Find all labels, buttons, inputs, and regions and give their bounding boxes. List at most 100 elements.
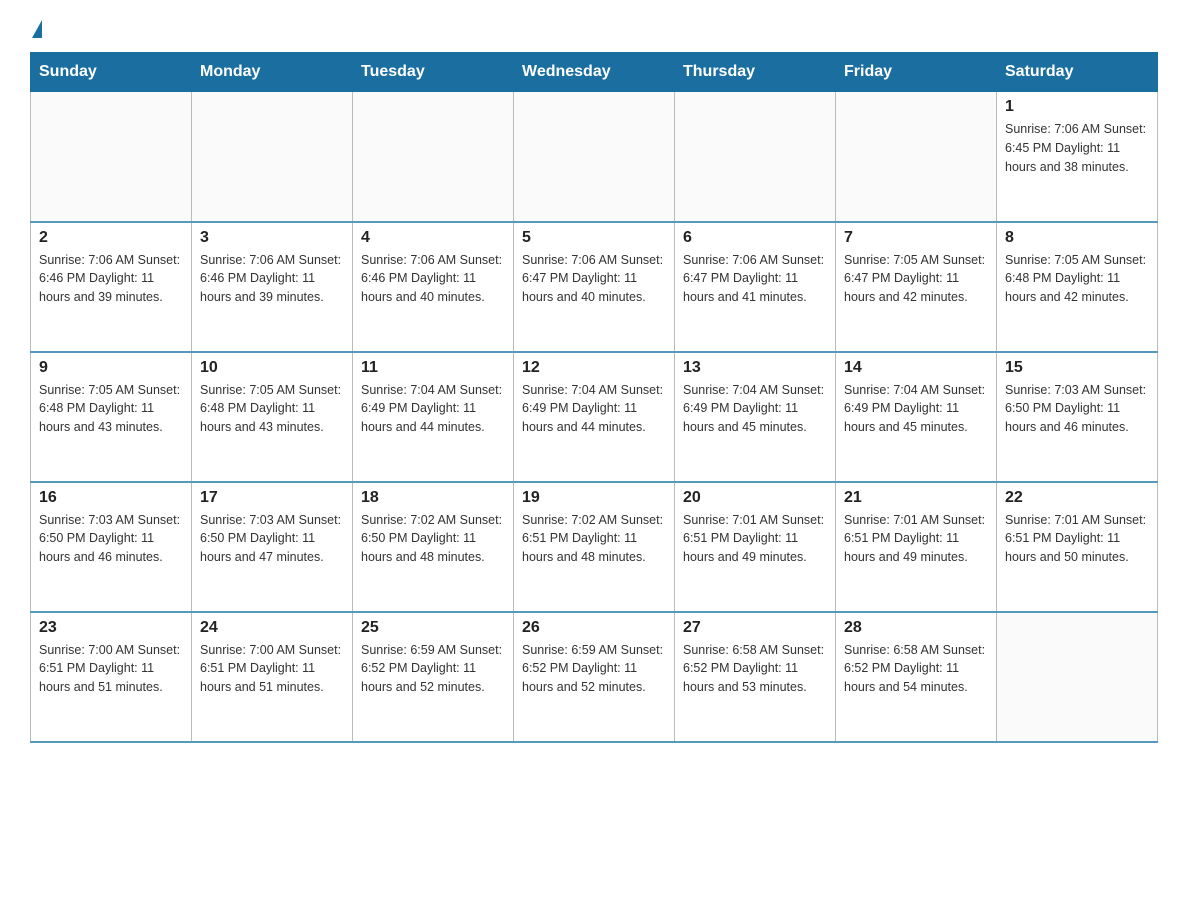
day-info: Sunrise: 7:05 AM Sunset: 6:47 PM Dayligh… bbox=[844, 251, 988, 307]
day-number: 8 bbox=[1005, 229, 1149, 247]
calendar-cell: 5 Sunrise: 7:06 AM Sunset: 6:47 PM Daylig… bbox=[514, 222, 675, 352]
calendar-cell bbox=[675, 92, 836, 222]
calendar-cell: 19 Sunrise: 7:02 AM Sunset: 6:51 PM Dayli… bbox=[514, 482, 675, 612]
day-of-week-header: Thursday bbox=[675, 53, 836, 92]
day-info: Sunrise: 6:58 AM Sunset: 6:52 PM Dayligh… bbox=[844, 641, 988, 697]
calendar-cell: 11 Sunrise: 7:04 AM Sunset: 6:49 PM Dayli… bbox=[353, 352, 514, 482]
day-number: 5 bbox=[522, 229, 666, 247]
day-number: 2 bbox=[39, 229, 183, 247]
calendar-cell bbox=[514, 92, 675, 222]
day-info: Sunrise: 6:59 AM Sunset: 6:52 PM Dayligh… bbox=[522, 641, 666, 697]
calendar-week-row: 16 Sunrise: 7:03 AM Sunset: 6:50 PM Dayli… bbox=[31, 482, 1158, 612]
day-info: Sunrise: 7:04 AM Sunset: 6:49 PM Dayligh… bbox=[683, 381, 827, 437]
day-number: 23 bbox=[39, 619, 183, 637]
day-info: Sunrise: 7:01 AM Sunset: 6:51 PM Dayligh… bbox=[844, 511, 988, 567]
calendar-cell: 20 Sunrise: 7:01 AM Sunset: 6:51 PM Dayli… bbox=[675, 482, 836, 612]
day-number: 19 bbox=[522, 489, 666, 507]
day-number: 28 bbox=[844, 619, 988, 637]
day-of-week-header: Sunday bbox=[31, 53, 192, 92]
day-info: Sunrise: 6:58 AM Sunset: 6:52 PM Dayligh… bbox=[683, 641, 827, 697]
day-number: 18 bbox=[361, 489, 505, 507]
calendar-cell: 6 Sunrise: 7:06 AM Sunset: 6:47 PM Daylig… bbox=[675, 222, 836, 352]
day-info: Sunrise: 7:03 AM Sunset: 6:50 PM Dayligh… bbox=[1005, 381, 1149, 437]
day-info: Sunrise: 7:00 AM Sunset: 6:51 PM Dayligh… bbox=[200, 641, 344, 697]
day-info: Sunrise: 7:05 AM Sunset: 6:48 PM Dayligh… bbox=[1005, 251, 1149, 307]
calendar-cell: 8 Sunrise: 7:05 AM Sunset: 6:48 PM Daylig… bbox=[997, 222, 1158, 352]
day-info: Sunrise: 7:04 AM Sunset: 6:49 PM Dayligh… bbox=[361, 381, 505, 437]
calendar-cell: 22 Sunrise: 7:01 AM Sunset: 6:51 PM Dayli… bbox=[997, 482, 1158, 612]
day-info: Sunrise: 7:00 AM Sunset: 6:51 PM Dayligh… bbox=[39, 641, 183, 697]
calendar-cell: 28 Sunrise: 6:58 AM Sunset: 6:52 PM Dayli… bbox=[836, 612, 997, 742]
calendar-cell bbox=[836, 92, 997, 222]
day-number: 20 bbox=[683, 489, 827, 507]
logo-triangle-icon bbox=[32, 20, 42, 38]
day-info: Sunrise: 7:06 AM Sunset: 6:47 PM Dayligh… bbox=[522, 251, 666, 307]
day-number: 24 bbox=[200, 619, 344, 637]
day-info: Sunrise: 7:06 AM Sunset: 6:47 PM Dayligh… bbox=[683, 251, 827, 307]
day-of-week-header: Friday bbox=[836, 53, 997, 92]
day-info: Sunrise: 7:04 AM Sunset: 6:49 PM Dayligh… bbox=[522, 381, 666, 437]
day-info: Sunrise: 7:04 AM Sunset: 6:49 PM Dayligh… bbox=[844, 381, 988, 437]
day-info: Sunrise: 7:03 AM Sunset: 6:50 PM Dayligh… bbox=[39, 511, 183, 567]
calendar-cell: 13Sunrise: 7:04 AM Sunset: 6:49 PM Dayli… bbox=[675, 352, 836, 482]
calendar-cell: 24 Sunrise: 7:00 AM Sunset: 6:51 PM Dayli… bbox=[192, 612, 353, 742]
day-number: 26 bbox=[522, 619, 666, 637]
day-number: 3 bbox=[200, 229, 344, 247]
calendar-cell: 25 Sunrise: 6:59 AM Sunset: 6:52 PM Dayli… bbox=[353, 612, 514, 742]
calendar-cell: 2Sunrise: 7:06 AM Sunset: 6:46 PM Daylig… bbox=[31, 222, 192, 352]
calendar-cell bbox=[31, 92, 192, 222]
days-of-week-row: SundayMondayTuesdayWednesdayThursdayFrid… bbox=[31, 53, 1158, 92]
day-info: Sunrise: 7:06 AM Sunset: 6:46 PM Dayligh… bbox=[200, 251, 344, 307]
day-info: Sunrise: 7:02 AM Sunset: 6:50 PM Dayligh… bbox=[361, 511, 505, 567]
day-number: 27 bbox=[683, 619, 827, 637]
day-number: 6 bbox=[683, 229, 827, 247]
day-number: 4 bbox=[361, 229, 505, 247]
day-info: Sunrise: 7:06 AM Sunset: 6:45 PM Dayligh… bbox=[1005, 120, 1149, 176]
calendar-cell: 10 Sunrise: 7:05 AM Sunset: 6:48 PM Dayli… bbox=[192, 352, 353, 482]
calendar-cell bbox=[353, 92, 514, 222]
day-number: 16 bbox=[39, 489, 183, 507]
calendar-table: SundayMondayTuesdayWednesdayThursdayFrid… bbox=[30, 52, 1158, 743]
calendar-cell: 21 Sunrise: 7:01 AM Sunset: 6:51 PM Dayli… bbox=[836, 482, 997, 612]
day-info: Sunrise: 7:05 AM Sunset: 6:48 PM Dayligh… bbox=[39, 381, 183, 437]
day-info: Sunrise: 7:06 AM Sunset: 6:46 PM Dayligh… bbox=[361, 251, 505, 307]
calendar-week-row: 1 Sunrise: 7:06 AM Sunset: 6:45 PM Daylig… bbox=[31, 92, 1158, 222]
calendar-cell bbox=[192, 92, 353, 222]
day-number: 9 bbox=[39, 359, 183, 377]
calendar-cell: 26 Sunrise: 6:59 AM Sunset: 6:52 PM Dayli… bbox=[514, 612, 675, 742]
day-number: 7 bbox=[844, 229, 988, 247]
day-of-week-header: Tuesday bbox=[353, 53, 514, 92]
calendar-cell: 3 Sunrise: 7:06 AM Sunset: 6:46 PM Daylig… bbox=[192, 222, 353, 352]
day-of-week-header: Wednesday bbox=[514, 53, 675, 92]
calendar-cell: 7 Sunrise: 7:05 AM Sunset: 6:47 PM Daylig… bbox=[836, 222, 997, 352]
calendar-cell: 18 Sunrise: 7:02 AM Sunset: 6:50 PM Dayli… bbox=[353, 482, 514, 612]
day-of-week-header: Saturday bbox=[997, 53, 1158, 92]
day-number: 11 bbox=[361, 359, 505, 377]
day-number: 12 bbox=[522, 359, 666, 377]
day-number: 14 bbox=[844, 359, 988, 377]
logo bbox=[30, 20, 42, 32]
day-info: Sunrise: 7:05 AM Sunset: 6:48 PM Dayligh… bbox=[200, 381, 344, 437]
calendar-cell: 15 Sunrise: 7:03 AM Sunset: 6:50 PM Dayli… bbox=[997, 352, 1158, 482]
calendar-cell: 9 Sunrise: 7:05 AM Sunset: 6:48 PM Daylig… bbox=[31, 352, 192, 482]
day-info: Sunrise: 7:01 AM Sunset: 6:51 PM Dayligh… bbox=[1005, 511, 1149, 567]
day-number: 22 bbox=[1005, 489, 1149, 507]
page-header bbox=[30, 20, 1158, 32]
calendar-body: 1 Sunrise: 7:06 AM Sunset: 6:45 PM Daylig… bbox=[31, 92, 1158, 742]
calendar-cell: 17Sunrise: 7:03 AM Sunset: 6:50 PM Dayli… bbox=[192, 482, 353, 612]
day-number: 25 bbox=[361, 619, 505, 637]
calendar-cell: 16 Sunrise: 7:03 AM Sunset: 6:50 PM Dayli… bbox=[31, 482, 192, 612]
day-number: 21 bbox=[844, 489, 988, 507]
day-info: Sunrise: 7:02 AM Sunset: 6:51 PM Dayligh… bbox=[522, 511, 666, 567]
calendar-cell: 1 Sunrise: 7:06 AM Sunset: 6:45 PM Daylig… bbox=[997, 92, 1158, 222]
day-number: 15 bbox=[1005, 359, 1149, 377]
day-number: 10 bbox=[200, 359, 344, 377]
calendar-header: SundayMondayTuesdayWednesdayThursdayFrid… bbox=[31, 53, 1158, 92]
day-info: Sunrise: 7:03 AM Sunset: 6:50 PM Dayligh… bbox=[200, 511, 344, 567]
calendar-week-row: 2 Sunrise: 7:06 AM Sunset: 6:46 PM Daylig… bbox=[31, 222, 1158, 352]
day-info: Sunrise: 6:59 AM Sunset: 6:52 PM Dayligh… bbox=[361, 641, 505, 697]
day-number: 1 bbox=[1005, 98, 1149, 116]
day-info: Sunrise: 7:01 AM Sunset: 6:51 PM Dayligh… bbox=[683, 511, 827, 567]
calendar-week-row: 9 Sunrise: 7:05 AM Sunset: 6:48 PM Daylig… bbox=[31, 352, 1158, 482]
calendar-cell: 14 Sunrise: 7:04 AM Sunset: 6:49 PM Dayli… bbox=[836, 352, 997, 482]
